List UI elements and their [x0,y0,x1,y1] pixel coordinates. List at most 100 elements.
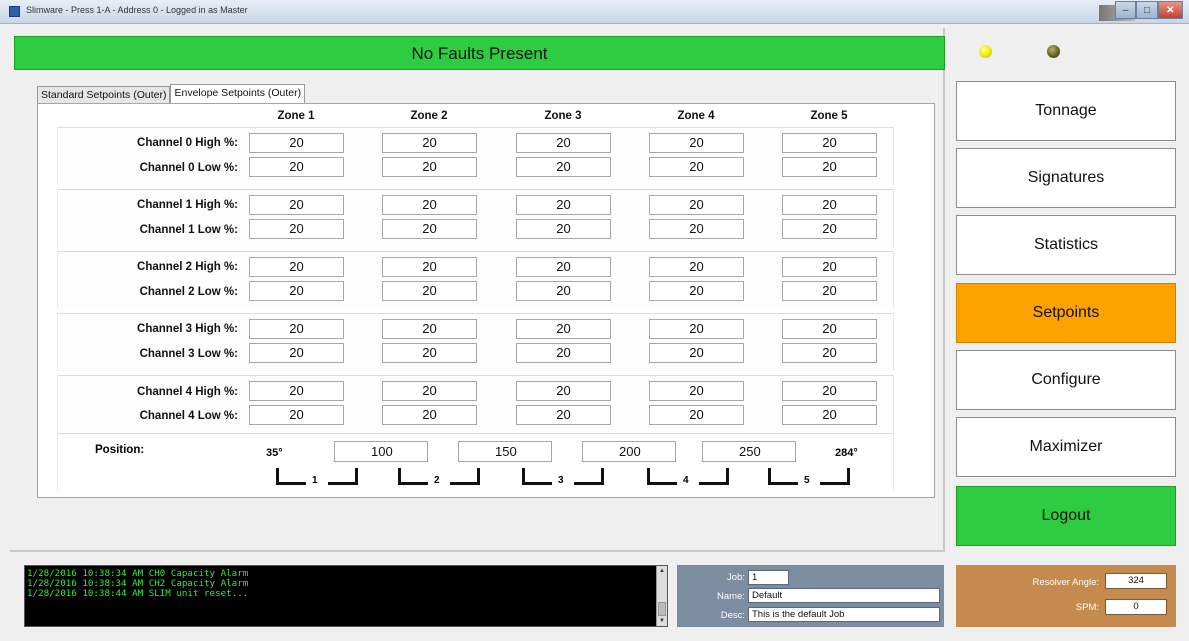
ch1-high-zone2-input[interactable]: 20 [382,195,477,215]
ch3-high-zone2-input[interactable]: 20 [382,319,477,339]
zone-bracket: 4 [647,468,729,486]
ch4-low-zone4-input[interactable]: 20 [649,405,744,425]
logout-button[interactable]: Logout [956,486,1176,546]
signatures-button[interactable]: Signatures [956,148,1176,208]
zone-bracket-number: 4 [683,475,689,486]
ch0-low-zone1-input[interactable]: 20 [249,157,344,177]
indicator-lamp-olive [1047,45,1060,58]
setpoints-button[interactable]: Setpoints [956,283,1176,343]
ch3-low-zone1-input[interactable]: 20 [249,343,344,363]
channel-1-low-label: Channel 1 Low %: [139,224,238,236]
ch2-high-zone1-input[interactable]: 20 [249,257,344,277]
ch1-low-zone1-input[interactable]: 20 [249,219,344,239]
minimize-icon[interactable]: – [1115,1,1137,19]
ch4-high-zone3-input[interactable]: 20 [516,381,611,401]
event-log[interactable]: 1/28/2016 10:38:34 AM CH0 Capacity Alarm… [24,565,668,627]
ch1-low-zone4-input[interactable]: 20 [649,219,744,239]
ch3-high-zone3-input[interactable]: 20 [516,319,611,339]
ch4-low-zone5-input[interactable]: 20 [782,405,877,425]
position-boundary-4-value: 250 [739,444,761,459]
ch3-low-zone3-input[interactable]: 20 [516,343,611,363]
position-boundary-2-value: 150 [495,444,517,459]
channel-0-low-label: Channel 0 Low %: [139,162,238,174]
job-number-field[interactable]: 1 [748,570,789,585]
ch2-low-zone2-input[interactable]: 20 [382,281,477,301]
position-boundary-1-input[interactable]: 100 [334,441,428,462]
zone-bracket: 1 [276,468,358,486]
zone-header: Zone 5 [810,110,848,122]
ch3-high-zone1-input[interactable]: 20 [249,319,344,339]
ch4-low-zone3-input[interactable]: 20 [516,405,611,425]
job-desc-field[interactable]: This is the default Job [748,607,940,622]
ch3-high-zone5-input[interactable]: 20 [782,319,877,339]
ch2-high-zone5-input[interactable]: 20 [782,257,877,277]
ch0-high-zone4-input[interactable]: 20 [649,133,744,153]
tab-standard-setpoints[interactable]: Standard Setpoints (Outer) [37,86,171,103]
close-icon[interactable]: ✕ [1157,1,1183,19]
ch3-low-zone5-input[interactable]: 20 [782,343,877,363]
app-icon [9,6,20,17]
channel-1-high-label: Channel 1 High %: [137,199,238,211]
position-boundary-4-input[interactable]: 250 [702,441,796,462]
scroll-up-icon[interactable]: ▲ [657,566,667,576]
zone-bracket: 2 [398,468,480,486]
ch1-high-zone3-input[interactable]: 20 [516,195,611,215]
ch1-high-zone1-input[interactable]: 20 [249,195,344,215]
zone-bracket-number: 1 [312,475,318,486]
zone-header: Zone 4 [677,110,715,122]
channel-4-low-label: Channel 4 Low %: [139,410,238,422]
maximize-icon[interactable]: □ [1136,1,1158,19]
ch1-low-zone3-input[interactable]: 20 [516,219,611,239]
ch4-low-zone1-input[interactable]: 20 [249,405,344,425]
indicator-lamp-yellow [979,45,992,58]
tonnage-button[interactable]: Tonnage [956,81,1176,141]
ch3-high-zone4-input[interactable]: 20 [649,319,744,339]
configure-button[interactable]: Configure [956,350,1176,410]
maximizer-button[interactable]: Maximizer [956,417,1176,477]
ch0-low-zone2-input[interactable]: 20 [382,157,477,177]
statistics-button[interactable]: Statistics [956,215,1176,275]
log-entry: 1/28/2016 10:38:44 AM SLIM unit reset... [27,588,249,599]
spm-label: SPM: [1075,602,1099,613]
channel-3-low-label: Channel 3 Low %: [139,348,238,360]
ch2-low-zone1-input[interactable]: 20 [249,281,344,301]
ch1-low-zone5-input[interactable]: 20 [782,219,877,239]
fault-status-bar: No Faults Present [14,36,945,70]
ch0-low-zone4-input[interactable]: 20 [649,157,744,177]
zone-bracket: 3 [522,468,604,486]
scroll-down-icon[interactable]: ▼ [657,616,667,626]
log-scrollbar[interactable]: ▲ ▼ [656,566,667,626]
ch0-high-zone5-input[interactable]: 20 [782,133,877,153]
ch2-low-zone5-input[interactable]: 20 [782,281,877,301]
resolver-angle-value: 324 [1105,573,1167,589]
ch0-high-zone2-input[interactable]: 20 [382,133,477,153]
ch2-high-zone3-input[interactable]: 20 [516,257,611,277]
ch4-high-zone2-input[interactable]: 20 [382,381,477,401]
ch4-high-zone5-input[interactable]: 20 [782,381,877,401]
position-boundary-2-input[interactable]: 150 [458,441,552,462]
position-boundary-3-input[interactable]: 200 [582,441,676,462]
ch3-low-zone2-input[interactable]: 20 [382,343,477,363]
tab-envelope-setpoints[interactable]: Envelope Setpoints (Outer) [170,84,306,103]
ch4-high-zone4-input[interactable]: 20 [649,381,744,401]
ch4-high-zone1-input[interactable]: 20 [249,381,344,401]
ch0-high-zone1-input[interactable]: 20 [249,133,344,153]
ch0-high-zone3-input[interactable]: 20 [516,133,611,153]
ch2-low-zone3-input[interactable]: 20 [516,281,611,301]
channel-3-high-label: Channel 3 High %: [137,323,238,335]
ch0-low-zone3-input[interactable]: 20 [516,157,611,177]
ch2-high-zone4-input[interactable]: 20 [649,257,744,277]
position-boundary-3-value: 200 [619,444,641,459]
ch3-low-zone4-input[interactable]: 20 [649,343,744,363]
ch2-low-zone4-input[interactable]: 20 [649,281,744,301]
position-end-value: 284° [835,447,858,459]
channel-4-high-label: Channel 4 High %: [137,386,238,398]
ch1-low-zone2-input[interactable]: 20 [382,219,477,239]
job-name-field[interactable]: Default [748,588,940,603]
ch2-high-zone2-input[interactable]: 20 [382,257,477,277]
ch4-low-zone2-input[interactable]: 20 [382,405,477,425]
ch1-high-zone4-input[interactable]: 20 [649,195,744,215]
scroll-thumb[interactable] [658,602,666,616]
ch0-low-zone5-input[interactable]: 20 [782,157,877,177]
ch1-high-zone5-input[interactable]: 20 [782,195,877,215]
